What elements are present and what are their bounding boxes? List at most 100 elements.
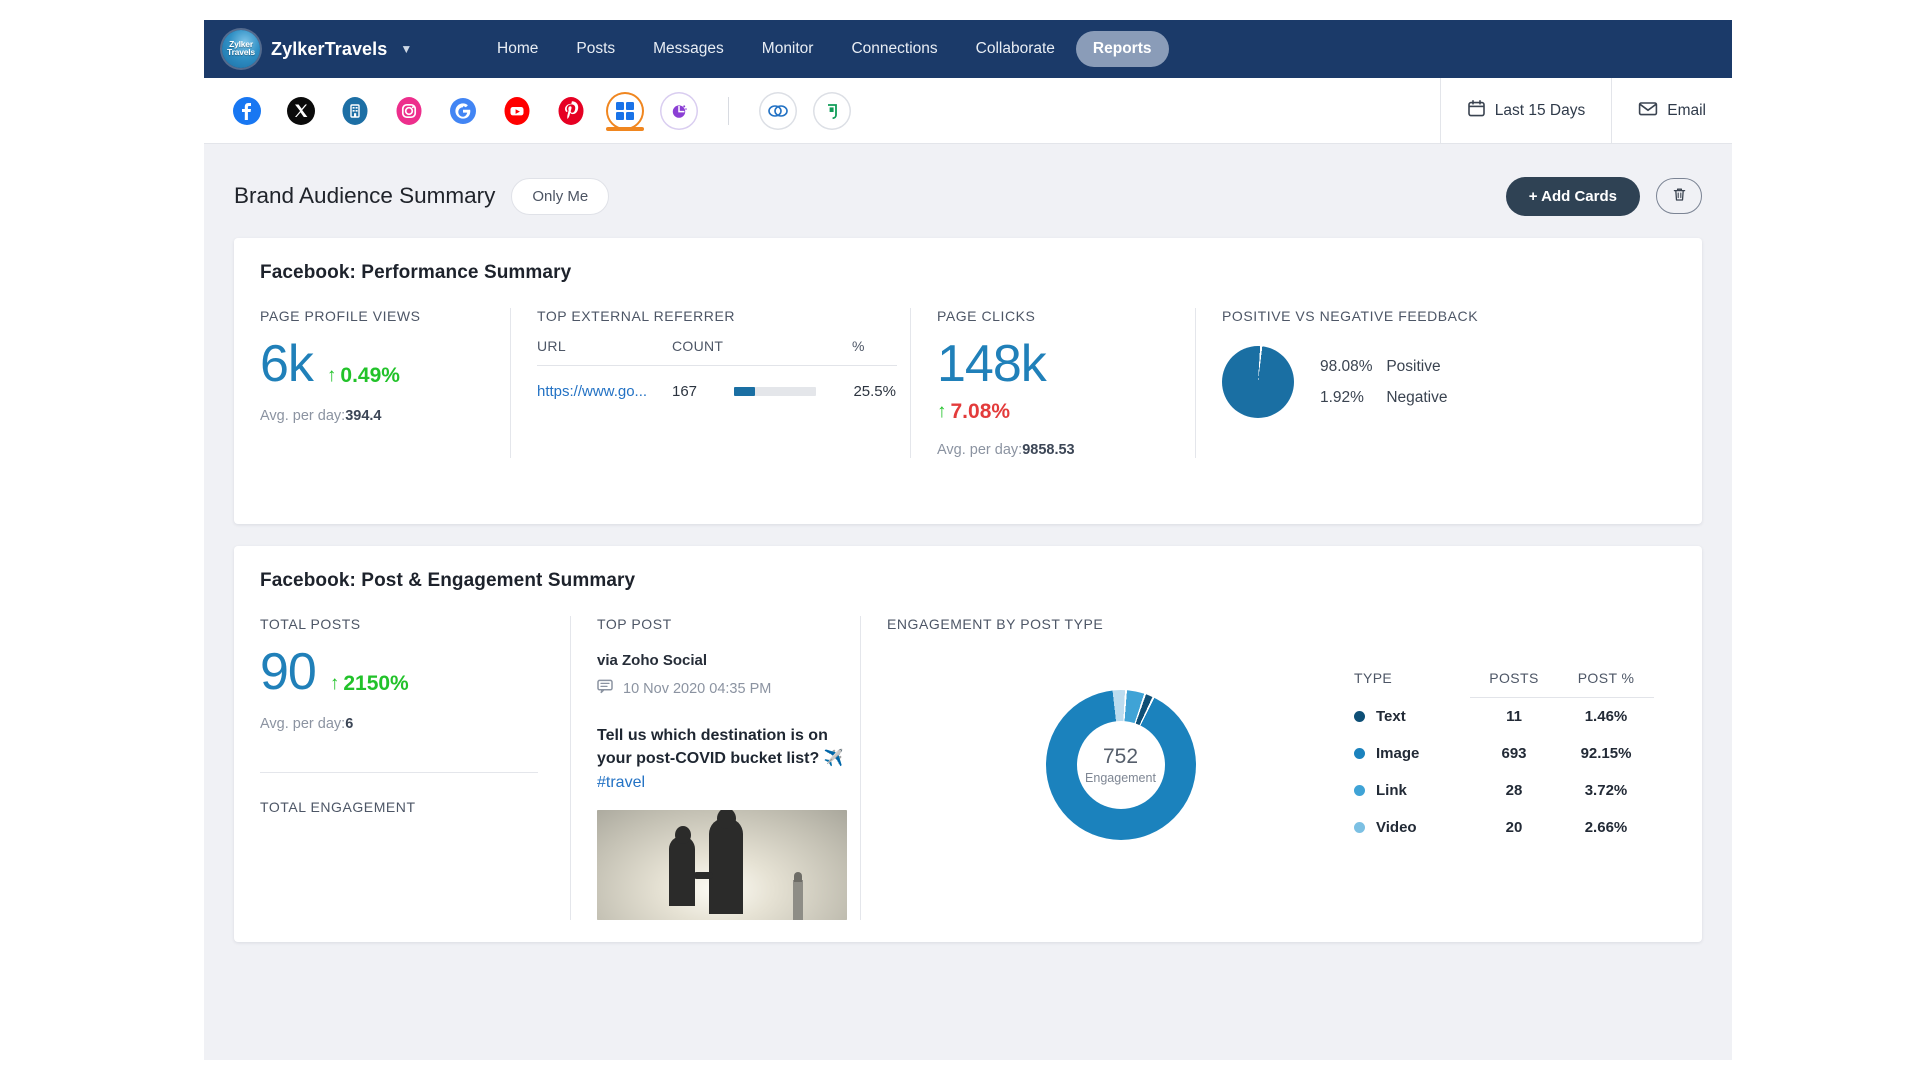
post-type-pct: 2.66% [1584, 819, 1628, 836]
pie-chart-graphic [1222, 346, 1294, 418]
referrer-percent: 25.5% [853, 383, 896, 400]
avg-prefix: Avg. per day: [260, 716, 346, 732]
total-posts-metric: TOTAL POSTS 90 ↑ 2150% Avg. per day:6 TO… [260, 616, 570, 920]
metric-label: POSITIVE VS NEGATIVE FEEDBACK [1222, 308, 1479, 324]
chevron-down-icon[interactable]: ▼ [400, 42, 412, 56]
reports-app-window: Zylker Travels ZylkerTravels ▼ Home Post… [204, 20, 1732, 1060]
facebook-channel-icon[interactable] [228, 92, 266, 130]
referrer-count: 167 [672, 383, 698, 400]
pie-legend: 98.08% Positive 1.92% Negative [1320, 358, 1448, 407]
nav-item-collaborate[interactable]: Collaborate [959, 31, 1072, 67]
envelope-icon [1638, 99, 1658, 123]
donut-graphic: 752 Engagement [1045, 690, 1196, 840]
page-profile-views-metric: PAGE PROFILE VIEWS 6k ↑ 0.49% Avg. per d… [260, 308, 510, 458]
visibility-pill[interactable]: Only Me [511, 177, 610, 215]
column-count: COUNT [672, 338, 724, 354]
x-twitter-channel-icon[interactable] [282, 92, 320, 130]
top-post-hashtag[interactable]: #travel [597, 774, 645, 791]
page-clicks-metric: PAGE CLICKS 148k ↑ 7.08% Avg. per day:98… [910, 308, 1195, 458]
brand-switcher[interactable]: Zylker Travels ZylkerTravels ▼ [222, 30, 480, 68]
nav-item-messages[interactable]: Messages [636, 31, 741, 67]
youtube-channel-icon[interactable] [498, 92, 536, 130]
table-row: Video 20 2.66% [1354, 809, 1654, 846]
email-label: Email [1667, 101, 1706, 119]
column-posts: POSTS [1489, 670, 1539, 686]
brand-logo-icon: Zylker Travels [222, 30, 260, 68]
avg-prefix: Avg. per day: [260, 408, 346, 424]
avg-value: 6 [345, 716, 354, 732]
column-percent: % [852, 338, 865, 354]
avg-value: 394.4 [345, 408, 382, 424]
avg-value: 9858.53 [1022, 442, 1075, 458]
metric-label: PAGE CLICKS [937, 308, 1036, 324]
nav-item-posts[interactable]: Posts [559, 31, 632, 67]
top-post-image[interactable] [597, 810, 847, 921]
metric-label: TOP EXTERNAL REFERRER [537, 308, 735, 324]
referrer-url-link[interactable]: https://www.go... [537, 383, 672, 400]
primary-nav-links: Home Posts Messages Monitor Connections … [480, 31, 1169, 67]
column-url: URL [537, 338, 566, 354]
dashboard-header: Brand Audience Summary Only Me + Add Car… [204, 144, 1732, 222]
metric-average: Avg. per day:394.4 [260, 408, 488, 424]
engagement-donut-chart: 752 Engagement [887, 658, 1354, 846]
post-type-posts: 28 [1505, 782, 1523, 799]
zoho-grid-channel-icon[interactable] [606, 92, 644, 131]
post-type-name: Video [1376, 819, 1417, 836]
pinterest-channel-icon[interactable] [552, 92, 590, 130]
zoho-analytics-channel-icon[interactable] [660, 92, 698, 130]
channel-divider [728, 96, 729, 125]
zoho-desk-channel-icon[interactable] [813, 92, 851, 130]
linkedin-channel-icon[interactable] [336, 92, 374, 130]
table-row: Text 11 1.46% [1354, 698, 1654, 735]
metric-delta: ↑ 0.49% [327, 364, 400, 388]
engagement-metrics-row: TOTAL POSTS 90 ↑ 2150% Avg. per day:6 TO… [260, 616, 1676, 921]
legend-label: Negative [1386, 388, 1448, 406]
legend-percent: 98.08% [1320, 357, 1373, 375]
nav-item-monitor[interactable]: Monitor [745, 31, 831, 67]
metric-value: 6k [260, 335, 314, 393]
nav-item-reports[interactable]: Reports [1075, 31, 1169, 67]
metric-value: 90 [260, 643, 317, 701]
avg-prefix: Avg. per day: [937, 442, 1023, 458]
top-external-referrer-metric: TOP EXTERNAL REFERRER URL COUNT % https:… [510, 308, 910, 458]
top-post-text: Tell us which destination is on your pos… [597, 724, 847, 794]
table-row: Link 28 3.72% [1354, 772, 1654, 809]
top-post-source: via Zoho Social [597, 652, 708, 669]
table-row: Image 693 92.15% [1354, 735, 1654, 772]
top-post-date: 10 Nov 2020 04:35 PM [623, 680, 772, 697]
dashboard-cards: Facebook: Performance Summary PAGE PROFI… [204, 222, 1732, 943]
channel-bar-actions: Last 15 Days Email [1439, 78, 1732, 143]
post-type-posts: 20 [1505, 819, 1523, 836]
column-bar-spacer [734, 338, 826, 354]
engagement-chart-row: 752 Engagement TYPE POSTS POST % Text 11… [887, 658, 1654, 846]
metric-delta-value: 0.49% [340, 364, 400, 387]
metric-average: Avg. per day:6 [260, 716, 548, 732]
donut-center-value: 752 [1102, 745, 1139, 768]
zoho-crm-channel-icon[interactable] [759, 92, 797, 130]
post-type-name: Image [1376, 745, 1420, 762]
nav-item-home[interactable]: Home [480, 31, 555, 67]
legend-dot [1354, 711, 1365, 722]
delete-dashboard-button[interactable] [1656, 178, 1702, 214]
metric-delta: ↑ 2150% [330, 672, 409, 696]
email-button[interactable]: Email [1611, 78, 1732, 143]
google-business-channel-icon[interactable] [444, 92, 482, 130]
referrer-bar [734, 387, 826, 396]
legend-item: 98.08% Positive [1320, 358, 1448, 376]
post-type-table: TYPE POSTS POST % Text 11 1.46% Image 69… [1354, 670, 1654, 846]
legend-label: Positive [1386, 357, 1441, 375]
post-type-posts: 693 [1501, 745, 1527, 762]
add-cards-button[interactable]: + Add Cards [1505, 176, 1640, 216]
metric-divider [260, 772, 538, 773]
date-range-button[interactable]: Last 15 Days [1439, 78, 1611, 143]
channel-filter-bar: Last 15 Days Email [204, 78, 1732, 144]
performance-metrics-row: PAGE PROFILE VIEWS 6k ↑ 0.49% Avg. per d… [260, 308, 1676, 458]
metric-label: ENGAGEMENT BY POST TYPE [887, 616, 1104, 632]
engagement-by-post-type-metric: ENGAGEMENT BY POST TYPE 752 Engagement T… [860, 616, 1676, 921]
table-row: https://www.go... 167 25.5% [537, 366, 897, 400]
nav-item-connections[interactable]: Connections [834, 31, 954, 67]
feedback-metric: POSITIVE VS NEGATIVE FEEDBACK 98.08% Pos… [1195, 308, 1676, 458]
instagram-channel-icon[interactable] [390, 92, 428, 130]
post-type-pct: 3.72% [1584, 782, 1628, 799]
arrow-up-icon: ↑ [329, 673, 340, 694]
